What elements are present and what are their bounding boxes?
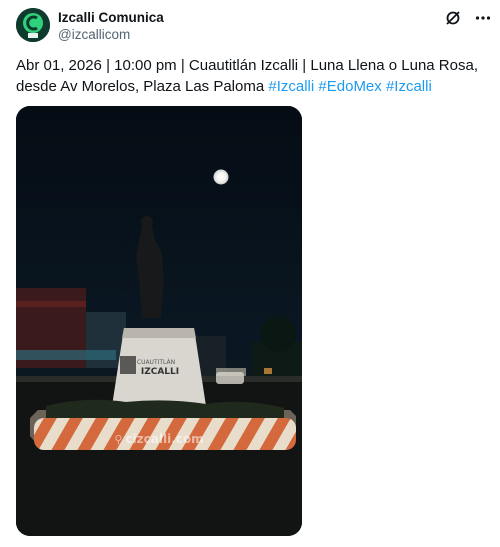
author-block: Izcalli Comunica @izcallicom: [58, 9, 164, 43]
moon: [213, 169, 229, 185]
tweet-photo[interactable]: CUAUTITLÁN IZCALLI ⚲ cizcalli.com: [16, 106, 302, 536]
sign-line-2: IZCALLI: [141, 367, 179, 377]
handle[interactable]: @izcallicom: [58, 26, 164, 43]
tweet-actions: [444, 8, 492, 28]
avatar[interactable]: [16, 8, 50, 42]
grok-icon[interactable]: [444, 9, 462, 27]
sign-line-1: CUAUTITLÁN: [137, 359, 175, 366]
hashtag-link[interactable]: #Izcalli: [268, 78, 314, 95]
hashtag-link[interactable]: #EdoMex: [318, 78, 381, 95]
watermark-icon: ⚲: [114, 433, 123, 446]
more-icon[interactable]: [474, 9, 492, 27]
photo-watermark: ⚲ cizcalli.com: [16, 432, 302, 446]
izcalli-logo-icon: [16, 8, 50, 42]
tweet-text: Abr 01, 2026 | 10:00 pm | Cuautitlán Izc…: [16, 55, 486, 97]
display-name[interactable]: Izcalli Comunica: [58, 9, 164, 26]
night-photo-illustration: CUAUTITLÁN IZCALLI: [16, 106, 302, 536]
watermark-text: cizcalli.com: [125, 432, 204, 446]
tweet-header: Izcalli Comunica @izcallicom: [16, 8, 492, 44]
hashtag-link[interactable]: #Izcalli: [386, 78, 432, 95]
